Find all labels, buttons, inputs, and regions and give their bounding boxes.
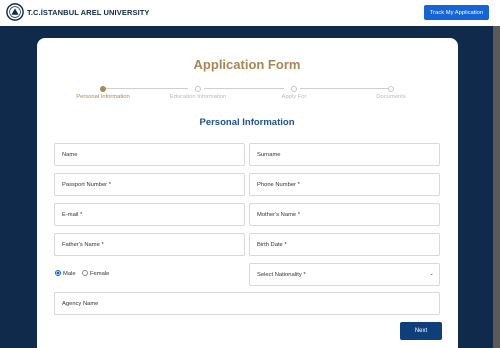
passport-field[interactable]: Passport Number * bbox=[54, 173, 245, 196]
name-field[interactable]: Name bbox=[54, 143, 245, 166]
name-placeholder: Name bbox=[62, 151, 78, 158]
page-title: Application Form bbox=[193, 57, 301, 72]
surname-field[interactable]: Surname bbox=[249, 143, 440, 166]
female-label[interactable]: Female bbox=[90, 271, 109, 277]
passport-placeholder: Passport Number * bbox=[62, 181, 111, 188]
birth-date-field[interactable]: Birth Date * bbox=[249, 233, 440, 256]
agency-name-field[interactable]: Agency Name bbox=[54, 292, 440, 315]
female-radio[interactable] bbox=[82, 270, 88, 276]
step-label-education[interactable]: Education Information bbox=[158, 94, 238, 100]
birth-date-placeholder: Birth Date * bbox=[257, 241, 287, 248]
male-radio[interactable] bbox=[55, 270, 61, 276]
email-placeholder: E-mail * bbox=[62, 211, 83, 218]
mother-name-field[interactable]: Mother's Name * bbox=[249, 203, 440, 226]
chevron-down-icon: ⌄ bbox=[428, 271, 434, 277]
university-name[interactable]: T.C.İSTANBUL AREL UNIVERSITY bbox=[27, 8, 150, 17]
top-bar: T.C.İSTANBUL AREL UNIVERSITY Track My Ap… bbox=[0, 0, 500, 26]
step-connector bbox=[106, 88, 188, 89]
father-name-field[interactable]: Father's Name * bbox=[54, 233, 245, 256]
scrollbar[interactable] bbox=[493, 26, 500, 348]
step-connector bbox=[204, 88, 284, 89]
step-dot-personal[interactable] bbox=[100, 85, 106, 92]
step-label-personal[interactable]: Personal Information bbox=[63, 94, 143, 100]
phone-placeholder: Phone Number * bbox=[257, 181, 300, 188]
step-dot-education[interactable] bbox=[195, 85, 201, 92]
step-dot-apply[interactable] bbox=[291, 85, 297, 92]
university-seal-icon[interactable] bbox=[6, 3, 24, 21]
phone-field[interactable]: Phone Number * bbox=[249, 173, 440, 196]
step-connector bbox=[300, 88, 388, 89]
email-field[interactable]: E-mail * bbox=[54, 203, 245, 226]
section-title: Personal Information bbox=[199, 117, 295, 128]
nationality-placeholder: Select Nationality * bbox=[257, 271, 306, 278]
agency-name-placeholder: Agency Name bbox=[62, 300, 99, 307]
step-dot-documents[interactable] bbox=[388, 85, 394, 92]
father-name-placeholder: Father's Name * bbox=[62, 241, 104, 248]
step-label-documents[interactable]: Documents bbox=[351, 94, 431, 100]
next-button[interactable]: Next bbox=[400, 322, 442, 340]
male-label[interactable]: Male bbox=[63, 271, 76, 277]
surname-placeholder: Surname bbox=[257, 151, 281, 158]
track-application-button[interactable]: Track My Application bbox=[424, 5, 489, 20]
nationality-select[interactable]: Select Nationality * ⌄ bbox=[249, 263, 440, 286]
step-label-apply[interactable]: Apply For bbox=[254, 94, 334, 100]
mother-name-placeholder: Mother's Name * bbox=[257, 211, 300, 218]
